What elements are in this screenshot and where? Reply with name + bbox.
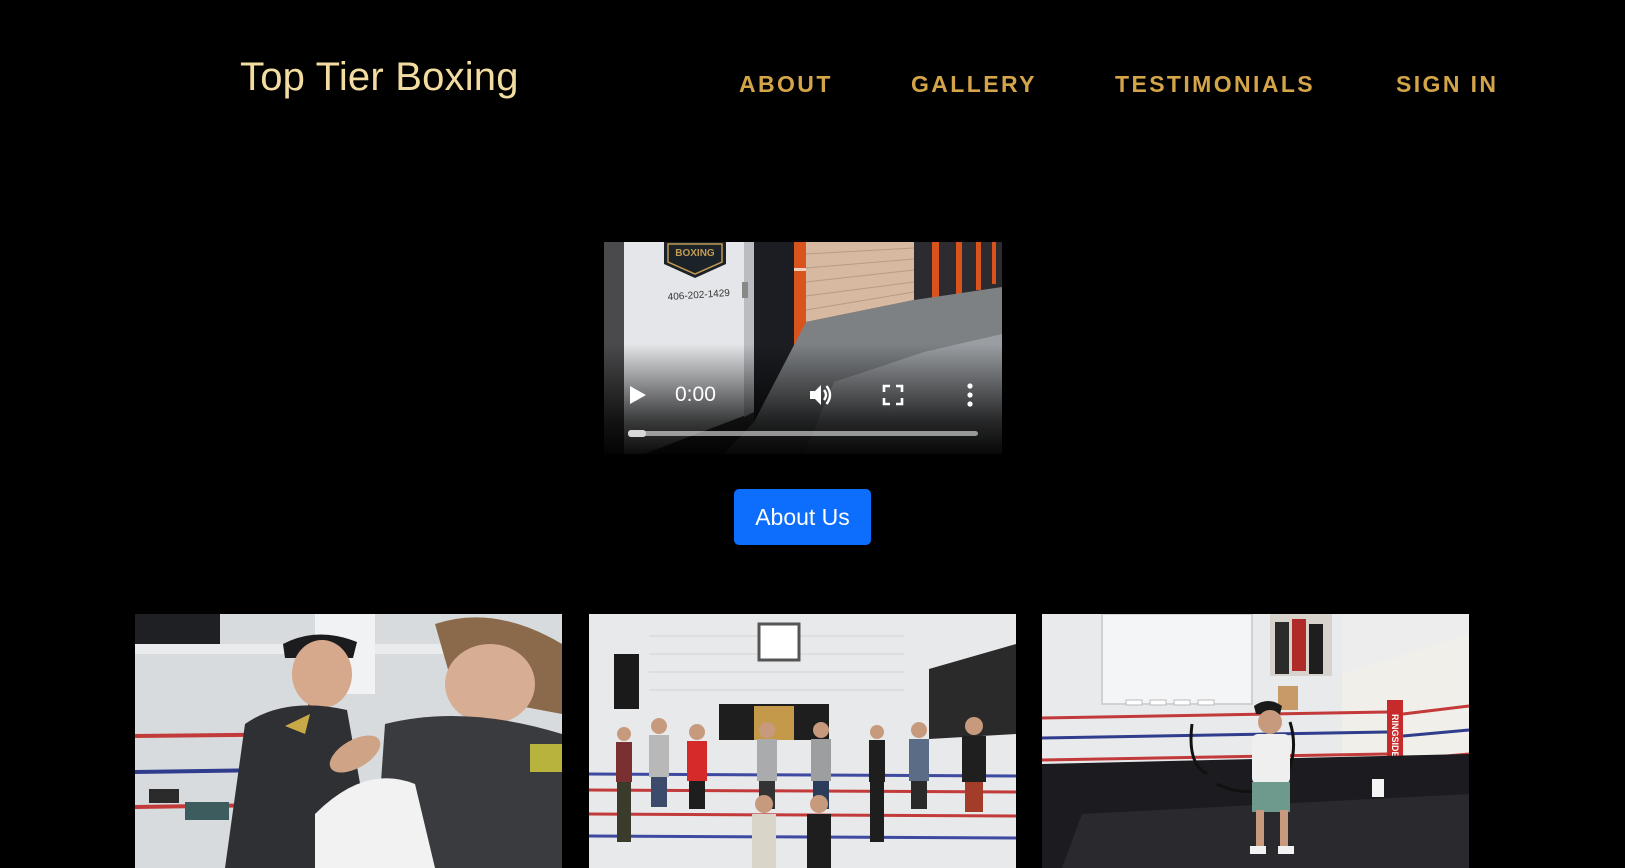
- video-current-time: 0:00: [675, 383, 716, 406]
- about-us-button[interactable]: About Us: [734, 489, 871, 545]
- video-progress-bar[interactable]: [628, 430, 978, 437]
- nav-sign-in-link[interactable]: SIGN IN: [1396, 71, 1498, 98]
- video-controls-shade: [604, 344, 1002, 454]
- volume-icon[interactable]: [808, 383, 834, 407]
- video-sign-text: BOXING: [675, 248, 715, 259]
- gallery-photo-hand-wrapping: [135, 614, 562, 868]
- nav-about-link[interactable]: ABOUT: [739, 71, 833, 98]
- play-icon[interactable]: [626, 384, 648, 406]
- gallery-image-2[interactable]: [589, 614, 1016, 868]
- fullscreen-icon[interactable]: [882, 384, 904, 406]
- more-options-icon[interactable]: [965, 383, 975, 407]
- nav-testimonials-link[interactable]: TESTIMONIALS: [1115, 71, 1315, 98]
- gallery-photo-jump-rope: RINGSIDE: [1042, 614, 1469, 868]
- site-header: Top Tier Boxing ABOUT GALLERY TESTIMONIA…: [0, 0, 1625, 170]
- gallery-image-1[interactable]: [135, 614, 562, 868]
- video-player[interactable]: BOXING 406-202-1429 0:00: [604, 242, 1002, 454]
- gallery-photo-group: [589, 614, 1016, 868]
- main-nav: ABOUT GALLERY TESTIMONIALS SIGN IN: [0, 71, 1625, 101]
- gallery-image-3[interactable]: RINGSIDE: [1042, 614, 1469, 868]
- video-progress-knob[interactable]: [628, 430, 646, 437]
- nav-gallery-link[interactable]: GALLERY: [911, 71, 1037, 98]
- ringside-post-text: RINGSIDE: [1390, 714, 1400, 758]
